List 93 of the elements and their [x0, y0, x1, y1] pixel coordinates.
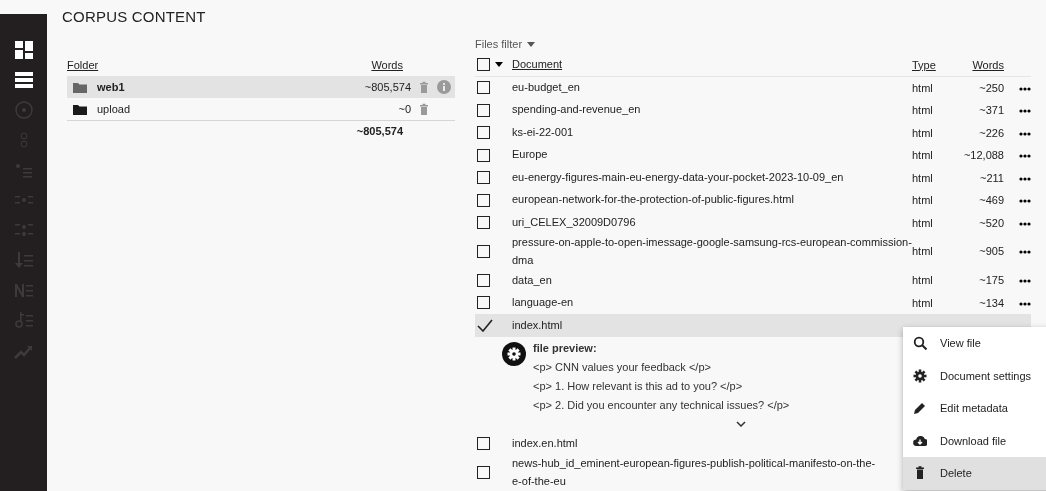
total-word-count: ~805,574 — [356, 124, 403, 140]
preview-line: <p> 2. Did you encounter any technical issues? </p> — [533, 397, 790, 413]
document-name: eu-energy-figures-main-eu-energy-data-your-pocket-2023-10-09_en — [512, 170, 844, 183]
trash-icon — [913, 466, 927, 481]
word-count: ~175 — [979, 274, 1004, 287]
document-name: eu-budget_en — [512, 80, 580, 93]
column-header[interactable]: Folder — [67, 56, 372, 74]
row-checkbox[interactable] — [477, 245, 490, 259]
document-name: uri_CELEX_32009D0796 — [512, 215, 636, 228]
caret-icon — [527, 41, 536, 47]
document-name: european-network-for-the-protection-of-public-figures.html — [512, 193, 794, 206]
column-header[interactable]: Words — [371, 56, 403, 74]
settings-icon — [913, 368, 927, 383]
row-checkbox[interactable] — [477, 193, 490, 207]
document-name: data_en — [512, 273, 552, 286]
more-icon[interactable] — [1019, 199, 1031, 204]
document-name: spending-and-revenue_en — [512, 103, 641, 116]
column-header[interactable]: Document — [512, 57, 563, 70]
row-checkbox[interactable] — [477, 296, 490, 310]
word-count: ~0 — [398, 101, 411, 117]
word-count: ~905 — [979, 245, 1004, 258]
document-name: news-hub_id_eminent-european-figures-publish-political-manifesto-on-the- — [512, 457, 876, 470]
folder-icon — [73, 103, 87, 115]
word-count: ~469 — [979, 194, 1004, 206]
menu-item[interactable]: Document settings — [903, 359, 1046, 392]
document-type: html — [912, 126, 933, 139]
word-count: ~520 — [979, 216, 1004, 229]
folder-row[interactable]: upload ~0 — [67, 98, 455, 120]
document-type: html — [912, 171, 933, 184]
menu-item[interactable]: Delete — [903, 457, 1046, 490]
more-icon[interactable] — [1019, 221, 1031, 226]
row-checkbox[interactable] — [477, 437, 490, 451]
document-type: html — [912, 216, 933, 229]
document-type: html — [912, 81, 933, 94]
preview-line: <p> 1. How relevant is this ad to you? </p> — [533, 378, 744, 394]
cloud-download-icon — [913, 433, 927, 448]
caret-icon[interactable] — [495, 62, 503, 68]
menu-item[interactable]: Download file — [903, 424, 1046, 457]
document-type: html — [912, 149, 933, 161]
row-checkbox[interactable] — [477, 171, 490, 185]
document-type: html — [912, 245, 933, 258]
word-count: ~250 — [979, 81, 1004, 94]
checkmark-icon[interactable] — [477, 318, 493, 332]
document-name: index.en.html — [512, 437, 578, 450]
column-header[interactable]: Type — [912, 58, 936, 71]
folder-name: upload — [97, 101, 132, 117]
page-title: CORPUS CONTENT — [62, 7, 207, 27]
word-count: ~12,088 — [963, 149, 1004, 161]
row-checkbox[interactable] — [477, 466, 490, 480]
list-icon[interactable] — [13, 70, 34, 90]
row-checkbox[interactable] — [477, 126, 490, 140]
trash-icon[interactable] — [419, 103, 429, 115]
document-type: html — [912, 104, 933, 116]
more-icon[interactable] — [1019, 279, 1031, 284]
word-count: ~211 — [980, 171, 1004, 184]
menu-item[interactable]: Edit metadata — [903, 392, 1046, 425]
row-checkbox[interactable] — [477, 216, 490, 230]
document-type: html — [912, 274, 933, 287]
more-icon[interactable] — [1019, 301, 1031, 306]
more-icon[interactable] — [1019, 86, 1031, 91]
word-count: ~371 — [979, 104, 1004, 116]
word-count: ~805,574 — [364, 79, 411, 95]
expand-icon[interactable] — [736, 420, 746, 427]
more-icon[interactable] — [1019, 250, 1031, 255]
row-checkbox[interactable] — [477, 103, 490, 117]
folder-name: web1 — [97, 79, 126, 95]
row-checkbox[interactable] — [477, 273, 490, 287]
document-type: html — [912, 296, 933, 309]
more-icon[interactable] — [1019, 131, 1031, 136]
more-icon[interactable] — [1019, 154, 1031, 159]
pencil-icon — [913, 401, 927, 416]
folder-icon — [73, 81, 87, 93]
dashboard-icon[interactable] — [13, 40, 34, 60]
menu-item[interactable]: View file — [903, 327, 1046, 360]
column-header[interactable]: Words — [972, 58, 1004, 71]
preview-title: file preview: — [533, 340, 598, 356]
word-count: ~226 — [979, 126, 1004, 139]
row-checkbox[interactable] — [477, 81, 490, 95]
more-icon[interactable] — [1019, 109, 1031, 114]
settings-icon[interactable] — [502, 341, 526, 366]
document-name: ks-ei-22-001 — [512, 125, 574, 138]
word-count: ~134 — [979, 296, 1004, 309]
document-name: Europe — [512, 148, 548, 161]
preview-line: <p> CNN values your feedback </p> — [533, 359, 712, 375]
document-name: index.html — [512, 318, 563, 331]
select-all-checkbox[interactable] — [477, 58, 490, 72]
more-icon[interactable] — [1019, 176, 1031, 181]
document-name: e-of-the-eu — [512, 474, 566, 487]
files-filter[interactable]: Files filter — [475, 34, 536, 54]
row-checkbox[interactable] — [477, 148, 490, 162]
search-icon — [913, 336, 927, 351]
document-type: html — [912, 194, 933, 206]
document-name: language-en — [512, 296, 574, 309]
